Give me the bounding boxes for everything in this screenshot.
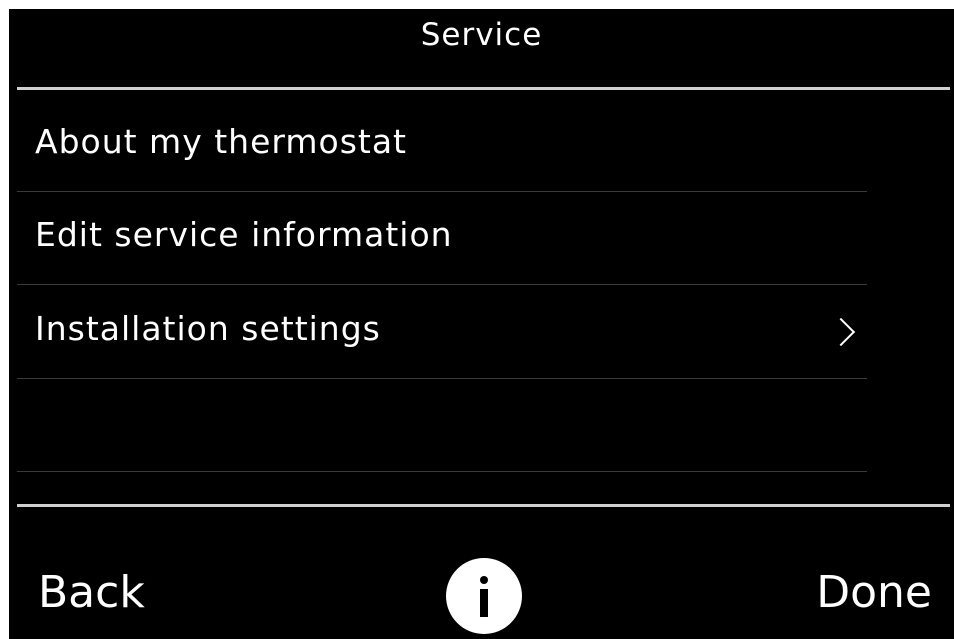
menu-item-label: About my thermostat [35, 122, 407, 161]
menu-item-empty [17, 379, 867, 472]
menu-item-label: Installation settings [35, 309, 381, 348]
menu-item-installation-settings[interactable]: Installation settings [17, 286, 867, 379]
menu-item-label: Edit service information [35, 215, 453, 254]
menu-item-about-my-thermostat[interactable]: About my thermostat [17, 99, 867, 192]
chevron-right-icon [826, 317, 856, 347]
page-title: Service [420, 17, 543, 53]
footer-divider [17, 504, 950, 507]
menu-item-edit-service-information[interactable]: Edit service information [17, 192, 867, 285]
service-screen: Service About my thermostat Edit service… [9, 9, 954, 639]
back-button[interactable]: Back [38, 557, 145, 629]
info-button[interactable] [446, 558, 522, 634]
header-divider [17, 87, 950, 90]
done-button[interactable]: Done [816, 557, 932, 629]
